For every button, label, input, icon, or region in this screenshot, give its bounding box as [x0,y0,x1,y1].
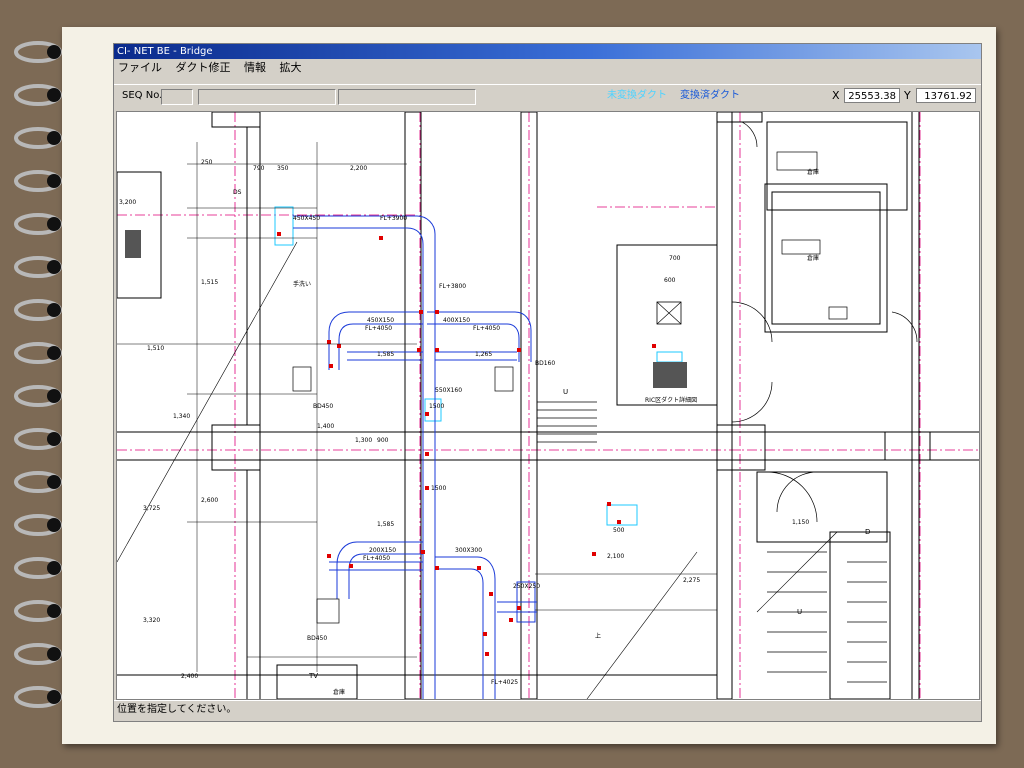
label-dim-700: 700 [669,255,681,262]
label-dim-500: 500 [613,527,625,534]
walls [117,112,979,699]
label-dim-3200: 3,200 [119,199,136,206]
label-dim-450x150: 450X150 [367,317,394,324]
menu-zoom[interactable]: 拡大 [280,61,302,74]
label-dim-1500: 1500 [429,403,444,410]
label-dim-400x150: 400X150 [443,317,470,324]
label-ds-mark: DS [233,189,242,196]
seq-field[interactable] [161,89,193,105]
label-dim-2400: 2,400 [181,673,198,680]
label-dim-550x160: 550X160 [435,387,462,394]
label-dim-1150: 1,150 [792,519,809,526]
label-dim-1585a: 1,585 [377,351,394,358]
coord-y-value: 13761.92 [916,88,976,103]
ring-icon [14,385,62,407]
status-bar: 位置を指定してください。 [114,700,981,718]
ring-icon [14,127,62,149]
duct-section-detail [125,230,687,388]
label-u-mark: U [563,388,568,396]
ring-icon [14,557,62,579]
label-dim-350: 350 [277,165,289,172]
label-dim-1510: 1,510 [147,345,164,352]
label-dim-3725: 3,725 [143,505,160,512]
ring-icon [14,428,62,450]
legend-converted-duct: 変換済ダクト [680,90,740,101]
ring-icon [14,170,62,192]
converted-ducts [293,215,537,699]
info-field-2[interactable] [338,89,476,105]
label-fl3800: FL+3800 [439,283,466,290]
label-fl4050c: FL+4050 [363,555,390,562]
label-stair-up: 上 [595,632,601,640]
door-swings [731,121,918,523]
label-dim-2600: 2,600 [201,497,218,504]
label-fl4025: FL+4025 [491,679,518,686]
ring-icon [14,686,62,708]
label-dim-2275: 2,275 [683,577,700,584]
label-dim-1300: 1,300 [355,437,372,444]
fitting-markers [277,232,656,656]
label-room-b: 倉庫 [807,254,819,262]
menu-file[interactable]: ファイル [118,61,162,74]
ring-icon [14,213,62,235]
label-room-a: 倉庫 [807,168,819,176]
label-bd450: BD450 [313,403,333,410]
grid-lines [117,112,979,699]
toolbar: SEQ No. 未変換ダクト 変換済ダクト X 25553.38 Y 13761… [114,84,981,107]
label-bd160: BD160 [535,360,555,367]
label-dim-1515: 1,515 [201,279,218,286]
label-d-mark: D [865,528,870,536]
coord-x-value: 25553.38 [844,88,900,103]
dimension-lines [117,142,717,672]
label-dim-250: 250 [201,159,213,166]
label-dim-900: 900 [377,437,389,444]
label-dim-1585b: 1,585 [377,521,394,528]
ring-icon [14,256,62,278]
info-field-1[interactable] [198,89,336,105]
ring-icon [14,643,62,665]
menu-bar: ファイル ダクト修正 情報 拡大 [114,59,981,77]
label-dim-1500b: 1500 [431,485,446,492]
label-dim-450x450: 450X450 [293,215,320,222]
menu-duct-edit[interactable]: ダクト修正 [176,61,231,74]
label-dim-200x150: 200X150 [369,547,396,554]
seq-label: SEQ No. [122,90,163,101]
floor-plan-drawing: FL+3900 FL+3800 FL+4050 FL+4050 FL+4050 … [117,112,979,699]
cad-drawing-canvas[interactable]: FL+3900 FL+3800 FL+4050 FL+4050 FL+4050 … [116,111,980,700]
label-fixture-note: 手洗い [293,280,311,288]
ring-icon [14,514,62,536]
label-dim-3320: 3,320 [143,617,160,624]
label-dim-1340: 1,340 [173,413,190,420]
ring-icon [14,342,62,364]
label-dim-2100: 2,100 [607,553,624,560]
coord-x-label: X [832,89,840,102]
label-u-mark-b: U [797,608,802,616]
unconverted-ducts [274,206,683,526]
label-tv-box: TV [308,672,318,680]
label-dim-2200: 2,200 [350,165,367,172]
label-fl4050b: FL+4050 [473,325,500,332]
label-bd450b: BD450 [307,635,327,642]
label-dim-300x300: 300X300 [455,547,482,554]
legend-unconverted-duct: 未変換ダクト [607,90,667,101]
label-dim-1400: 1,400 [317,423,334,430]
label-dim-250x250: 250X250 [513,583,540,590]
label-fl4050a: FL+4050 [365,325,392,332]
label-fl3900: FL+3900 [380,215,407,222]
window-title[interactable]: CI- NET BE - Bridge [114,44,981,59]
ring-icon [14,600,62,622]
label-room-c: 倉庫 [333,688,345,696]
ring-icon [14,84,62,106]
label-dim-1265: 1,265 [475,351,492,358]
ring-icon [14,299,62,321]
label-dim-600: 600 [664,277,676,284]
ring-icon [14,471,62,493]
ring-icon [14,41,62,63]
menu-info[interactable]: 情報 [244,61,266,74]
coord-y-label: Y [904,89,911,102]
app-window: CI- NET BE - Bridge ファイル ダクト修正 情報 拡大 SEQ… [113,43,982,722]
label-detail-note: RIC区ダクト詳細図 [645,396,697,404]
label-dim-790: 790 [253,165,265,172]
